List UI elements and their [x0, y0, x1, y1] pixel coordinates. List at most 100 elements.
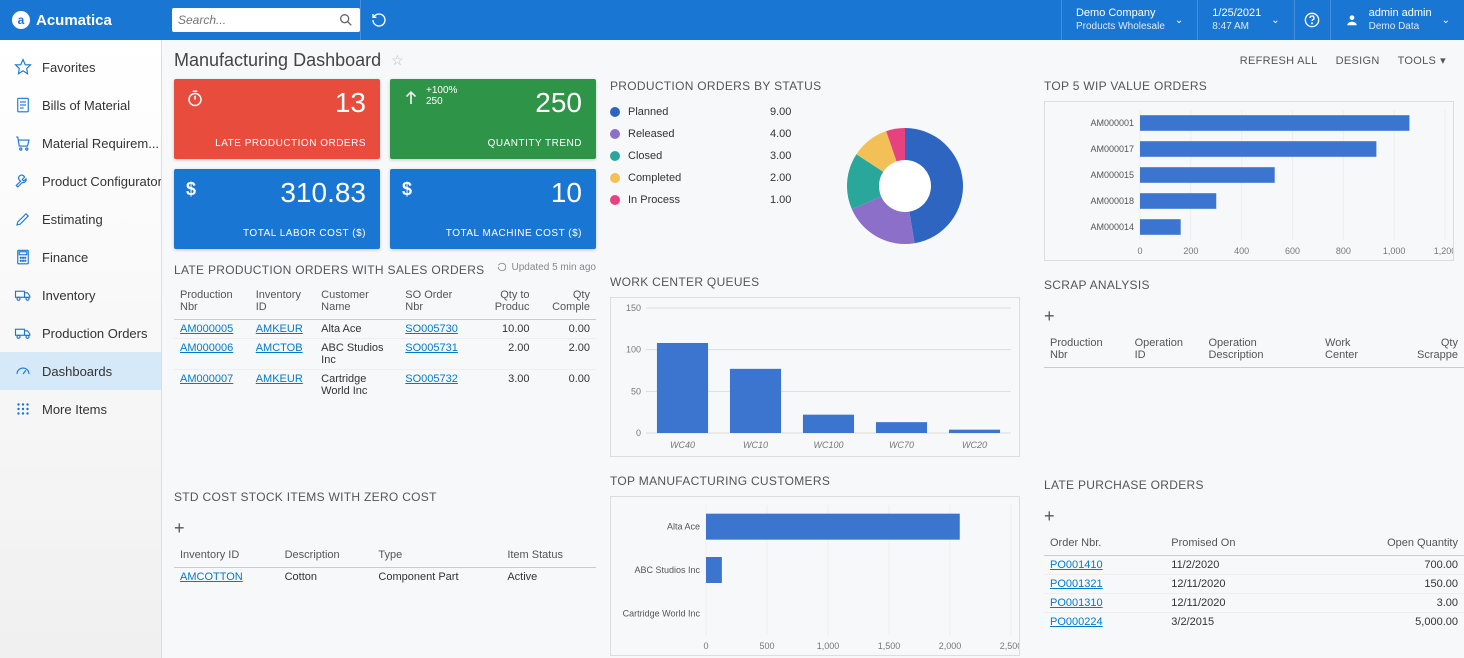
date-selector[interactable]: 1/25/20218:47 AM ⌄ [1197, 0, 1293, 40]
caret-down-icon: ▾ [1440, 54, 1446, 67]
svg-text:400: 400 [1234, 246, 1249, 256]
col-so-order-nbr[interactable]: SO Order Nbr [399, 285, 472, 320]
nav-label: Finance [42, 250, 88, 265]
col-item-status[interactable]: Item Status [501, 545, 596, 568]
col-op-desc[interactable]: Operation Description [1202, 333, 1319, 368]
inventory-id-link[interactable]: AMKEUR [256, 323, 303, 335]
so-order-link[interactable]: SO005731 [405, 342, 458, 354]
updated-timestamp: Updated 5 min ago [497, 262, 596, 273]
brand[interactable]: a Acumatica [0, 11, 162, 29]
col-description[interactable]: Description [279, 545, 373, 568]
kpi-quantity-trend[interactable]: +100%250 250 QUANTITY TREND [390, 79, 596, 159]
col-prod-nbr[interactable]: Production Nbr [1044, 333, 1129, 368]
svg-text:1,000: 1,000 [817, 641, 840, 651]
table-row[interactable]: PO00131012/11/20203.00 [1044, 594, 1464, 613]
col-qty-scrapped[interactable]: Qty Scrappe [1392, 333, 1464, 368]
legend-row: In Process1.00 [610, 189, 810, 211]
company-selector[interactable]: Demo CompanyProducts Wholesale ⌄ [1061, 0, 1197, 40]
add-row-button[interactable]: + [1044, 506, 1055, 527]
so-order-link[interactable]: SO005732 [405, 373, 458, 385]
kpi-total-labor-cost[interactable]: $ 310.83 TOTAL LABOR COST ($) [174, 169, 380, 249]
col-inv-id[interactable]: Inventory ID [174, 545, 279, 568]
table-row[interactable]: AM000007 AMKEUR Cartridge World Inc SO00… [174, 370, 596, 401]
legend-value: 2.00 [770, 172, 810, 184]
so-order-link[interactable]: SO005730 [405, 323, 458, 335]
design-button[interactable]: DESIGN [1336, 54, 1380, 67]
nav-mrp[interactable]: Material Requirem... [0, 124, 161, 162]
svg-text:AM000014: AM000014 [1090, 222, 1134, 232]
table-row[interactable]: PO0002243/2/20155,000.00 [1044, 613, 1464, 632]
business-date: 1/25/2021 [1212, 7, 1261, 20]
stopwatch-icon [186, 89, 204, 107]
nav-dashboards[interactable]: Dashboards [0, 352, 161, 390]
search-input[interactable] [172, 8, 360, 32]
nav-favorites[interactable]: Favorites [0, 48, 161, 86]
svg-text:1,200: 1,200 [1434, 246, 1454, 256]
legend-row: Closed3.00 [610, 145, 810, 167]
nav-finance[interactable]: Finance [0, 238, 161, 276]
refresh-icon-button[interactable] [360, 0, 396, 40]
tools-menu[interactable]: TOOLS ▾ [1398, 54, 1446, 67]
nav-estimating[interactable]: Estimating [0, 200, 161, 238]
nav-label: Bills of Material [42, 98, 130, 113]
col-promised-on[interactable]: Promised On [1165, 533, 1308, 556]
dollar-icon: $ [186, 179, 204, 197]
nav-bom[interactable]: Bills of Material [0, 86, 161, 124]
nav-label: Production Orders [42, 326, 148, 341]
svg-text:0: 0 [636, 428, 641, 438]
table-row[interactable]: AMCOTTONCottonComponent PartActive [174, 568, 596, 587]
brand-text: Acumatica [36, 12, 112, 29]
kpi-value: 13 [335, 87, 366, 119]
grid-icon [14, 400, 32, 418]
col-qty-produce[interactable]: Qty to Produc [472, 285, 536, 320]
legend-swatch [610, 151, 620, 161]
col-inventory-id[interactable]: Inventory ID [250, 285, 315, 320]
col-production-nbr[interactable]: Production Nbr [174, 285, 250, 320]
order-nbr-link[interactable]: PO001410 [1050, 559, 1103, 571]
order-nbr-link[interactable]: PO001310 [1050, 597, 1103, 609]
production-nbr-link[interactable]: AM000007 [180, 373, 233, 385]
legend-swatch [610, 173, 620, 183]
search-icon[interactable] [338, 12, 354, 28]
table-row[interactable]: AM000005 AMKEUR Alta Ace SO005730 10.00 … [174, 320, 596, 339]
legend-label: Closed [628, 150, 662, 162]
svg-text:Cartridge World Inc: Cartridge World Inc [623, 608, 701, 618]
qty-produce-cell: 3.00 [472, 370, 536, 401]
col-type[interactable]: Type [372, 545, 501, 568]
table-row[interactable]: AM000006 AMCTOB ABC Studios Inc SO005731… [174, 339, 596, 370]
nav-more-items[interactable]: More Items [0, 390, 161, 428]
add-row-button[interactable]: + [1044, 306, 1055, 327]
favorite-star-icon[interactable]: ☆ [391, 52, 404, 69]
bar-chart-wip: AM000001AM000017AM000015AM000018AM000014… [1044, 101, 1454, 261]
kpi-total-machine-cost[interactable]: $ 10 TOTAL MACHINE COST ($) [390, 169, 596, 249]
col-open-qty[interactable]: Open Quantity [1308, 533, 1464, 556]
kpi-label: TOTAL MACHINE COST ($) [446, 228, 582, 239]
table-row[interactable]: PO00141011/2/2020700.00 [1044, 556, 1464, 575]
refresh-all-button[interactable]: REFRESH ALL [1240, 54, 1318, 67]
col-qty-complete[interactable]: Qty Comple [536, 285, 596, 320]
svg-text:WC20: WC20 [962, 440, 987, 450]
order-nbr-link[interactable]: PO000224 [1050, 616, 1103, 628]
col-customer-name[interactable]: Customer Name [315, 285, 399, 320]
nav-inventory[interactable]: Inventory [0, 276, 161, 314]
user-menu[interactable]: admin adminDemo Data ⌄ [1330, 0, 1464, 40]
nav-configurator[interactable]: Product Configurator [0, 162, 161, 200]
production-nbr-link[interactable]: AM000006 [180, 342, 233, 354]
chevron-down-icon: ⌄ [1271, 15, 1279, 26]
production-nbr-link[interactable]: AM000005 [180, 323, 233, 335]
inventory-id-link[interactable]: AMCOTTON [180, 571, 243, 583]
inventory-id-link[interactable]: AMCTOB [256, 342, 303, 354]
svg-text:500: 500 [759, 641, 774, 651]
inventory-id-link[interactable]: AMKEUR [256, 373, 303, 385]
kpi-late-production-orders[interactable]: 13 LATE PRODUCTION ORDERS [174, 79, 380, 159]
help-button[interactable] [1294, 0, 1330, 40]
nav-production-orders[interactable]: Production Orders [0, 314, 161, 352]
svg-text:0: 0 [703, 641, 708, 651]
widget-title-customers: TOP MANUFACTURING CUSTOMERS [610, 474, 1030, 488]
col-work-center[interactable]: Work Center [1319, 333, 1392, 368]
col-op-id[interactable]: Operation ID [1129, 333, 1203, 368]
col-order-nbr[interactable]: Order Nbr. [1044, 533, 1165, 556]
order-nbr-link[interactable]: PO001321 [1050, 578, 1103, 590]
add-row-button[interactable]: + [174, 518, 185, 539]
table-row[interactable]: PO00132112/11/2020150.00 [1044, 575, 1464, 594]
